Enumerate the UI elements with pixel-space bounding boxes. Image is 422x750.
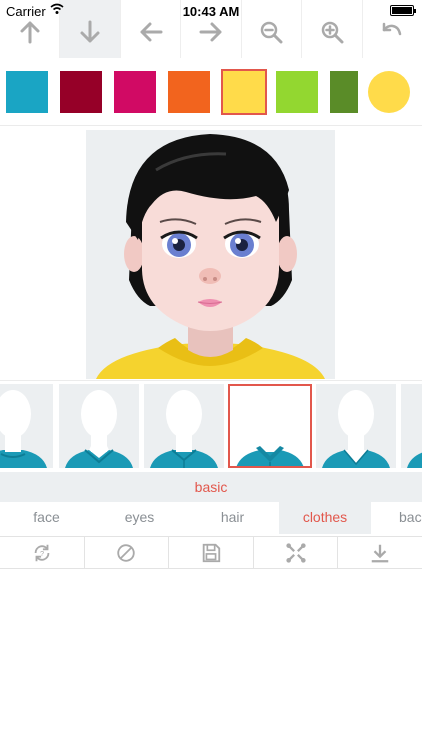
color-swatch[interactable] [330,71,358,113]
tab-back[interactable]: back [371,502,422,534]
color-swatch[interactable] [6,71,48,113]
fullscreen-button[interactable] [254,537,339,568]
download-button[interactable] [338,537,422,568]
randomize-button[interactable]: ? [0,537,85,568]
tab-clothes[interactable]: clothes [279,502,371,534]
tab-label: clothes [302,509,348,525]
subcategory-selector[interactable]: basic [0,472,422,502]
subcategory-label: basic [194,479,228,495]
svg-text:?: ? [40,549,44,558]
color-swatch-selected[interactable] [221,69,267,115]
download-icon [371,544,389,562]
arrow-right-icon [199,22,222,42]
silhouette-icon [150,390,218,468]
status-bar: Carrier 10:43 AM [0,0,422,22]
fullscreen-icon [285,542,306,563]
tab-label: back [399,509,422,525]
divider [0,125,422,126]
arrow-left-icon [140,22,163,42]
arrow-down-icon [80,20,100,43]
avatar-face-image [86,130,335,379]
reset-button[interactable] [85,537,170,568]
action-bar: ? [0,536,422,569]
clothes-option-selected[interactable] [228,384,312,468]
color-palette [0,68,422,116]
clothes-option[interactable] [401,384,422,468]
zoom-in-icon [321,21,344,44]
tab-label: hair [220,509,245,525]
silhouette-icon [0,390,47,468]
color-swatch[interactable] [114,71,156,113]
save-icon [202,543,221,562]
tab-hair[interactable]: hair [186,502,279,534]
clothes-option[interactable] [144,384,224,468]
clothes-option[interactable] [0,384,53,468]
silhouette-icon [65,390,133,468]
clothes-option[interactable] [316,384,396,468]
tab-label: eyes [124,509,155,525]
clothes-option-strip [0,382,422,470]
color-swatch[interactable] [276,71,318,113]
battery-icon [390,5,416,16]
tab-label: face [33,509,60,525]
random-icon: ? [34,544,50,561]
category-tabs: face eyes hair clothes back [0,502,422,534]
tab-face[interactable]: face [0,502,93,534]
save-button[interactable] [169,537,254,568]
silhouette-icon [407,452,422,468]
color-swatch[interactable] [168,71,210,113]
arrow-up-icon [20,21,40,44]
clothes-option[interactable] [59,384,139,468]
avatar-preview [86,130,335,379]
clock: 10:43 AM [182,4,240,19]
color-swatch-circle[interactable] [368,71,410,113]
color-swatch[interactable] [60,71,102,113]
silhouette-icon [322,390,390,468]
reset-icon [117,543,136,562]
divider [0,380,422,381]
tab-eyes[interactable]: eyes [93,502,186,534]
undo-icon [382,22,402,36]
zoom-out-icon [261,21,283,44]
silhouette-icon [236,390,304,466]
